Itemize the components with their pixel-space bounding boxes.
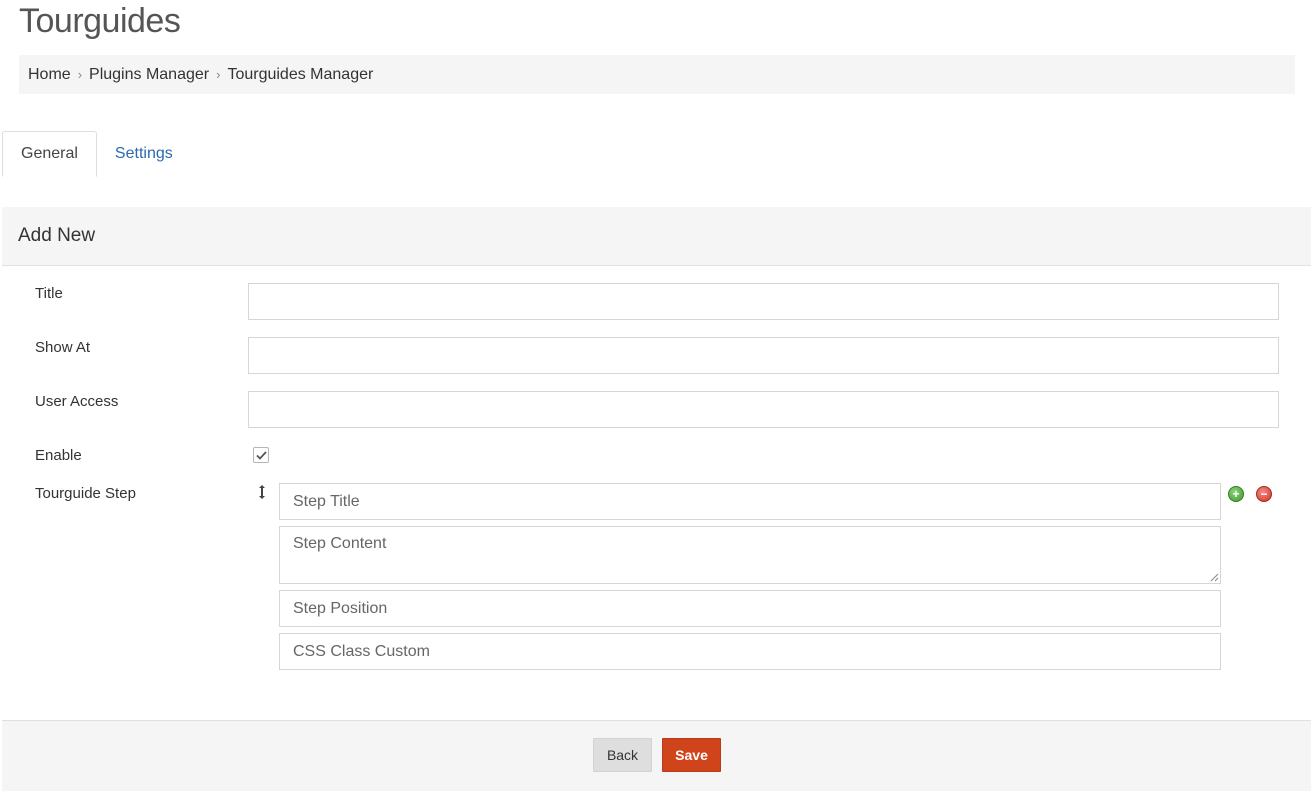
drag-handle-icon[interactable]	[257, 485, 267, 501]
enable-checkbox[interactable]	[253, 447, 269, 463]
breadcrumb-home[interactable]: Home	[28, 66, 71, 84]
save-button[interactable]: Save	[662, 738, 721, 772]
remove-step-icon[interactable]: −	[1256, 486, 1272, 502]
css-class-custom-input[interactable]: CSS Class Custom	[279, 633, 1221, 670]
checkmark-icon	[255, 450, 267, 460]
breadcrumb-tourguides-manager: Tourguides Manager	[227, 65, 374, 83]
enable-label: Enable	[35, 447, 82, 464]
step-title-placeholder: Step Title	[293, 492, 360, 510]
title-label: Title	[35, 285, 63, 302]
show-at-input[interactable]	[248, 337, 1279, 374]
step-content-textarea[interactable]: Step Content	[279, 526, 1221, 584]
breadcrumb: Home › Plugins Manager › Tourguides Mana…	[19, 55, 1295, 94]
tourguide-step-label: Tourguide Step	[35, 485, 136, 502]
breadcrumb-separator: ›	[216, 67, 221, 82]
tab-settings[interactable]: Settings	[97, 131, 191, 177]
form-footer	[2, 720, 1311, 791]
breadcrumb-separator: ›	[77, 67, 83, 82]
back-button[interactable]: Back	[593, 738, 652, 772]
step-position-placeholder: Step Position	[293, 599, 388, 617]
step-title-input[interactable]: Step Title	[279, 483, 1221, 520]
user-access-label: User Access	[35, 393, 119, 410]
step-content-placeholder: Step Content	[293, 535, 387, 552]
step-position-input[interactable]: Step Position	[279, 590, 1221, 627]
breadcrumb-plugins-manager[interactable]: Plugins Manager	[89, 66, 209, 84]
resize-grip-icon[interactable]	[1210, 573, 1219, 582]
tab-general[interactable]: General	[2, 131, 97, 177]
panel-heading: Add New	[2, 207, 1311, 266]
css-class-custom-placeholder: CSS Class Custom	[293, 642, 430, 660]
tab-bar: General Settings	[2, 131, 191, 177]
page-title: Tourguides	[19, 2, 181, 40]
add-step-icon[interactable]: +	[1228, 486, 1244, 502]
title-input[interactable]	[248, 283, 1279, 320]
user-access-input[interactable]	[248, 391, 1279, 428]
show-at-label: Show At	[35, 339, 91, 356]
